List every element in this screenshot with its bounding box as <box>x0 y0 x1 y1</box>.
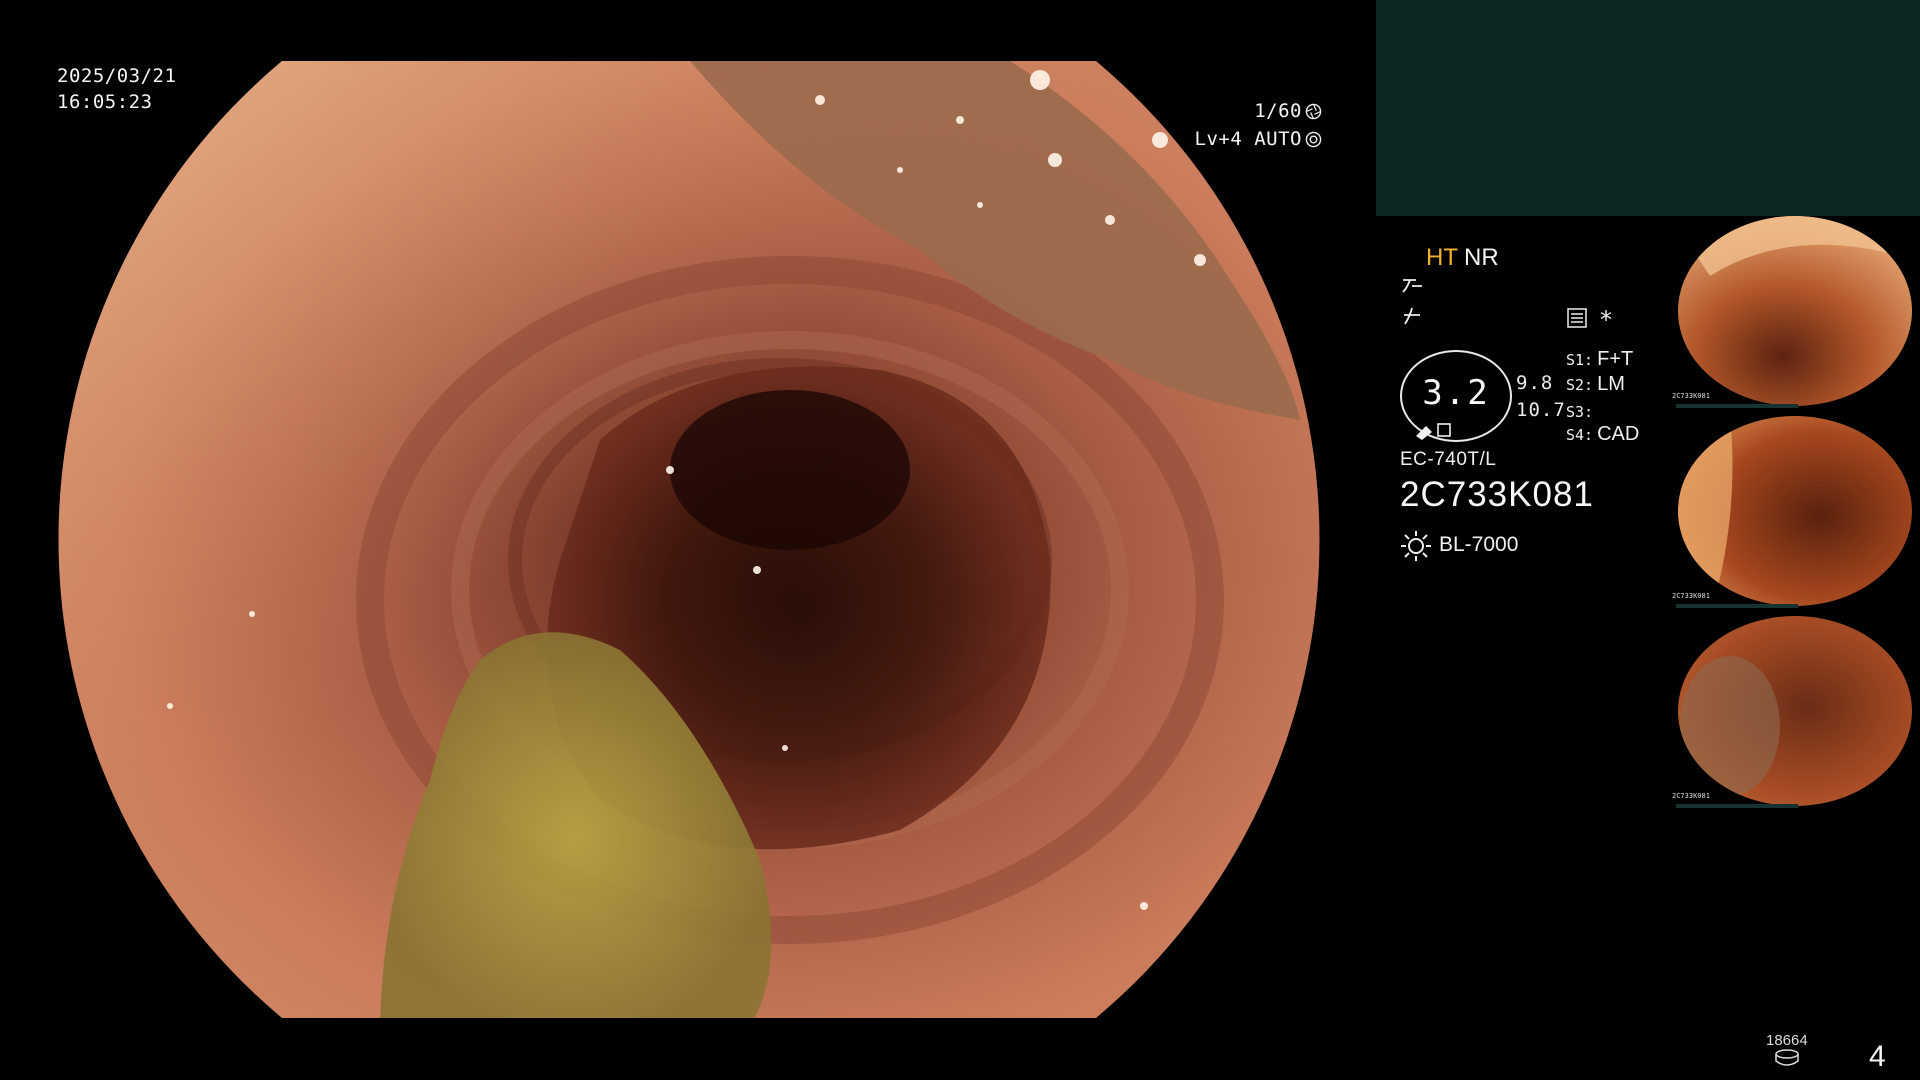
setting-value: LM <box>1597 373 1625 395</box>
scope-serial: 2C733K081 <box>1400 475 1594 514</box>
main-endoscope-view: 2025/03/21 16:05:23 1/60 Lv+4 AUTO <box>0 0 1372 1080</box>
thumbnail-bar <box>1676 604 1798 608</box>
shutter-speed: 1/60 <box>1254 100 1302 122</box>
endoscopic-image <box>58 61 1320 1018</box>
target-icon <box>1305 131 1322 147</box>
thumbnail-bar <box>1676 404 1798 408</box>
scope-orientation-icon <box>1416 423 1451 440</box>
ht-mode-label: HT <box>1426 244 1458 271</box>
info-header-box <box>1376 0 1920 216</box>
thumbnail-1[interactable]: 2C733K081 <box>1670 216 1920 416</box>
page-number: 4 <box>1869 1040 1886 1073</box>
light-source-model: BL-7000 <box>1439 533 1519 556</box>
exam-date: 2025/03/21 <box>57 65 177 87</box>
database-icon <box>1775 1049 1799 1066</box>
nr-mode-label: NR <box>1464 244 1499 271</box>
setting-value: CAD <box>1597 423 1640 445</box>
thumbnail-id: 2C733K081 <box>1672 792 1710 800</box>
image-counter: 18664 <box>1766 1032 1808 1049</box>
setting-s1: S1: F+T <box>1566 348 1633 371</box>
light-level: Lv+4 AUTO <box>1194 128 1302 150</box>
side-value-2: 10.7 <box>1516 399 1566 421</box>
thumbnail-id: 2C733K081 <box>1672 592 1710 600</box>
setting-s3: S3: <box>1566 400 1597 423</box>
zoom-curve-icon <box>1402 279 1422 293</box>
thumbnail-id: 2C733K081 <box>1672 392 1710 400</box>
scope-model: EC-740T/L <box>1400 449 1497 470</box>
aperture-icon <box>1305 103 1322 119</box>
setting-key: S1: <box>1566 351 1594 369</box>
setting-key: S2: <box>1566 376 1594 394</box>
thumbnail-3[interactable]: 2C733K081 <box>1670 616 1920 816</box>
thumbnail-2[interactable]: 2C733K081 <box>1670 416 1920 616</box>
setting-value: F+T <box>1597 348 1634 370</box>
scope-indicator-value: 3.2 <box>1422 373 1490 413</box>
sun-icon <box>1401 531 1431 561</box>
edge-enhance-icon <box>1404 307 1420 325</box>
flag-asterisk: * <box>1600 306 1612 334</box>
setting-key: S3: <box>1566 403 1594 421</box>
setting-s4: S4: CAD <box>1566 423 1639 446</box>
thumbnail-bar <box>1676 804 1798 808</box>
setting-s2: S2: LM <box>1566 373 1625 396</box>
thumbnail-image <box>1678 416 1912 606</box>
exposure-info: 1/60 Lv+4 AUTO <box>1180 97 1322 153</box>
endoscope-display: 2025/03/21 16:05:23 1/60 Lv+4 AUTO HT NR <box>0 0 1920 1080</box>
settings-list-icon <box>1567 308 1587 328</box>
side-value-1: 9.8 <box>1516 372 1554 394</box>
thumbnail-image <box>1678 616 1912 806</box>
setting-key: S4: <box>1566 426 1594 444</box>
exam-time: 16:05:23 <box>57 91 153 113</box>
thumbnail-image <box>1678 216 1912 406</box>
